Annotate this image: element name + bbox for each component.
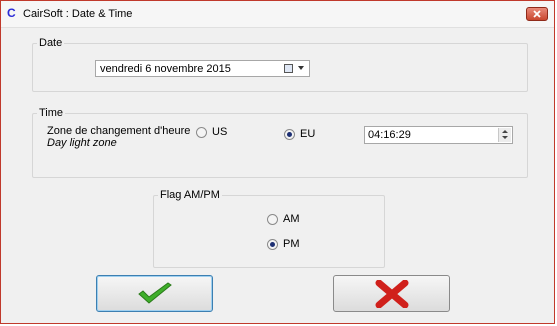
checkmark-icon [137,281,172,304]
window-title: CairSoft : Date & Time [23,8,133,20]
spin-down-icon[interactable] [502,136,508,139]
close-button[interactable] [526,7,548,21]
chevron-down-icon[interactable] [298,66,304,70]
spin-up-icon[interactable] [502,130,508,133]
radio-eu-label: EU [300,128,316,140]
radio-pm-label: PM [283,238,300,250]
time-group-legend: Time [39,107,64,119]
radio-am[interactable] [267,214,278,225]
x-icon [375,279,408,308]
radio-eu[interactable] [284,129,295,140]
ampm-group-legend: Flag AM/PM [160,189,220,201]
app-icon: C [7,6,16,20]
zone-sublabel: Day light zone [47,137,117,149]
radio-am-label: AM [283,213,300,225]
radio-pm[interactable] [267,239,278,250]
close-icon [533,10,541,18]
zone-label: Zone de changement d'heure [47,125,191,137]
time-value: 04:16:29 [368,129,411,141]
cancel-button[interactable] [333,275,450,312]
title-bar: C CairSoft : Date & Time [1,1,554,28]
date-picker[interactable]: vendredi 6 novembre 2015 [95,60,310,77]
radio-us[interactable] [196,127,207,138]
ampm-group: Flag AM/PM [153,189,385,268]
time-spinner[interactable] [498,128,511,142]
calendar-icon[interactable] [284,64,293,73]
time-input[interactable]: 04:16:29 [364,126,513,144]
date-group-legend: Date [39,37,63,49]
ok-button[interactable] [96,275,213,312]
date-value: vendredi 6 novembre 2015 [100,63,231,75]
radio-us-label: US [212,126,228,138]
